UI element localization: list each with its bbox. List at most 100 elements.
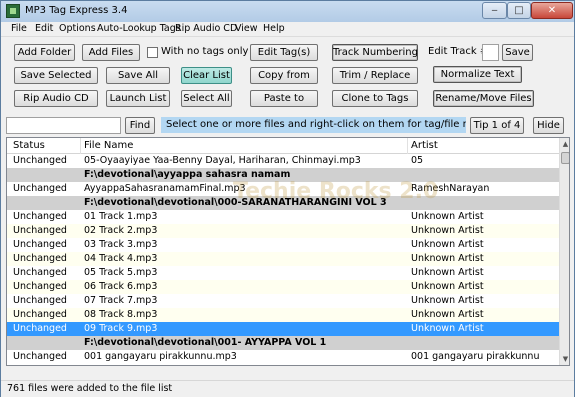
table-row[interactable]: Unchanged 05 Track 5.mp3 Unknown Artist bbox=[7, 266, 559, 280]
tip-text: Select one or more files and right-click… bbox=[161, 117, 466, 133]
folder-row[interactable]: F:\devotional\ayyappa sahasra namam bbox=[7, 168, 559, 182]
add-folder-button[interactable]: Add Folder bbox=[14, 44, 75, 61]
table-row[interactable]: Unchanged 04 Track 4.mp3 Unknown Artist bbox=[7, 252, 559, 266]
cell-status: Unchanged bbox=[13, 267, 67, 278]
menu-options[interactable]: Options bbox=[59, 23, 96, 34]
folder-row[interactable]: F:\devotional\devotional\001- AYYAPPA VO… bbox=[7, 336, 559, 350]
table-row[interactable]: Unchanged 001 gangayaru pirakkunnu.mp3 001… bbox=[7, 350, 559, 364]
app-window: MP3 Tag Express 3.4 ‒ □ ✕ File Edit Opti… bbox=[0, 0, 575, 397]
cell-artist: Unknown Artist bbox=[411, 253, 484, 264]
cell-artist: 001 gangayaru pirakkunnu bbox=[411, 351, 540, 362]
vertical-scrollbar[interactable]: ▲ ▼ bbox=[559, 138, 569, 365]
cell-status: Unchanged bbox=[13, 155, 67, 166]
cell-file-name: 09 Track 9.mp3 bbox=[84, 323, 158, 334]
save-all-button[interactable]: Save All bbox=[106, 67, 170, 84]
cell-file-name: 07 Track 7.mp3 bbox=[84, 295, 158, 306]
table-row[interactable]: Unchanged 06 Track 6.mp3 Unknown Artist bbox=[7, 280, 559, 294]
cell-file-name: 06 Track 6.mp3 bbox=[84, 281, 158, 292]
table-header: Status File Name Artist bbox=[7, 138, 559, 154]
table-row[interactable]: Unchanged 07 Track 7.mp3 Unknown Artist bbox=[7, 294, 559, 308]
header-separator[interactable] bbox=[80, 138, 81, 154]
cell-file-name: 03 Track 3.mp3 bbox=[84, 239, 158, 250]
menu-edit[interactable]: Edit bbox=[35, 23, 53, 34]
cell-file-name: 05-Oyaayiyae Yaa-Benny Dayal, Hariharan,… bbox=[84, 155, 361, 166]
save-selected-button[interactable]: Save Selected bbox=[14, 67, 98, 84]
cell-file-name: 08 Track 8.mp3 bbox=[84, 309, 158, 320]
maximize-button[interactable]: □ bbox=[507, 2, 531, 19]
cell-artist: Unknown Artist bbox=[411, 295, 484, 306]
menu-help[interactable]: Help bbox=[263, 23, 285, 34]
with-no-tags-only-label: With no tags only bbox=[161, 46, 249, 57]
cell-file-name: AyyappaSahasranamamFinal.mp3 bbox=[84, 183, 246, 194]
folder-row[interactable]: F:\devotional\devotional\000-SARANATHARA… bbox=[7, 196, 559, 210]
menu-rip-audio-cd[interactable]: Rip Audio CD bbox=[175, 23, 237, 34]
table-row[interactable]: Unchanged 08 Track 8.mp3 Unknown Artist bbox=[7, 308, 559, 322]
cell-file-name: 001 gangayaru pirakkunnu.mp3 bbox=[84, 351, 237, 362]
app-icon bbox=[6, 4, 20, 18]
search-input[interactable] bbox=[6, 117, 121, 134]
status-text: 761 files were added to the file list bbox=[7, 383, 173, 394]
cell-file-name: 02 Track 2.mp3 bbox=[84, 225, 158, 236]
cell-file-name: 04 Track 4.mp3 bbox=[84, 253, 158, 264]
file-list-table[interactable]: Status File Name Artist Unchanged 05-Oyaa… bbox=[6, 137, 570, 366]
save-track-button[interactable]: Save bbox=[502, 44, 533, 61]
folder-path: F:\devotional\devotional\000-SARANATHARA… bbox=[84, 197, 387, 208]
select-all-button[interactable]: Select All bbox=[181, 90, 232, 107]
folder-path: F:\devotional\ayyappa sahasra namam bbox=[84, 169, 291, 180]
clone-to-tags-button[interactable]: Clone to Tags bbox=[332, 90, 418, 107]
edit-track-label: Edit Track # bbox=[428, 46, 489, 57]
cell-file-name: 05 Track 5.mp3 bbox=[84, 267, 158, 278]
minimize-button[interactable]: ‒ bbox=[482, 2, 507, 19]
cell-artist: Unknown Artist bbox=[411, 267, 484, 278]
cell-artist: Unknown Artist bbox=[411, 281, 484, 292]
menu-file[interactable]: File bbox=[11, 23, 27, 34]
header-status[interactable]: Status bbox=[13, 140, 45, 151]
scroll-thumb[interactable] bbox=[561, 152, 569, 164]
cell-status: Unchanged bbox=[13, 225, 67, 236]
close-button[interactable]: ✕ bbox=[531, 2, 573, 19]
menu-view[interactable]: View bbox=[235, 23, 258, 34]
trim-replace-button[interactable]: Trim / Replace bbox=[332, 67, 418, 84]
menu-auto-lookup-tags[interactable]: Auto-Lookup Tags bbox=[97, 23, 181, 34]
status-bar: 761 files were added to the file list bbox=[1, 380, 574, 397]
cell-status: Unchanged bbox=[13, 295, 67, 306]
scroll-down-icon[interactable]: ▼ bbox=[561, 354, 569, 364]
cell-status: Unchanged bbox=[13, 183, 67, 194]
table-row[interactable]: Unchanged 02 Track 2.mp3 Unknown Artist bbox=[7, 224, 559, 238]
with-no-tags-only-checkbox[interactable] bbox=[147, 47, 158, 58]
table-row[interactable]: Unchanged AyyappaSahasranamamFinal.mp3 Ram… bbox=[7, 182, 559, 196]
add-files-button[interactable]: Add Files bbox=[82, 44, 140, 61]
track-numbering-button[interactable]: Track Numbering bbox=[332, 44, 418, 61]
cell-file-name: 01 Track 1.mp3 bbox=[84, 211, 158, 222]
copy-from-button[interactable]: Copy from bbox=[250, 67, 318, 84]
header-file-name[interactable]: File Name bbox=[84, 140, 133, 151]
table-row[interactable]: Unchanged 05-Oyaayiyae Yaa-Benny Dayal, H… bbox=[7, 154, 559, 168]
cell-status: Unchanged bbox=[13, 309, 67, 320]
folder-path: F:\devotional\devotional\001- AYYAPPA VO… bbox=[84, 337, 327, 348]
scroll-up-icon[interactable]: ▲ bbox=[561, 139, 569, 149]
cell-artist: RameshNarayan bbox=[411, 183, 490, 194]
cell-artist: Unknown Artist bbox=[411, 323, 484, 334]
edit-track-input[interactable] bbox=[482, 44, 499, 61]
table-row[interactable]: Unchanged 03 Track 3.mp3 Unknown Artist bbox=[7, 238, 559, 252]
find-button[interactable]: Find bbox=[125, 117, 155, 134]
clear-list-button[interactable]: Clear List bbox=[181, 67, 232, 84]
rip-audio-cd-button[interactable]: Rip Audio CD bbox=[14, 90, 98, 107]
header-artist[interactable]: Artist bbox=[411, 140, 438, 151]
normalize-text-button[interactable]: Normalize Text bbox=[433, 66, 522, 83]
launch-list-button[interactable]: Launch List bbox=[106, 90, 170, 107]
table-body: Unchanged 05-Oyaayiyae Yaa-Benny Dayal, H… bbox=[7, 154, 559, 364]
table-row[interactable]: Unchanged 01 Track 1.mp3 Unknown Artist bbox=[7, 210, 559, 224]
menu-bar: File Edit Options Auto-Lookup Tags Rip A… bbox=[1, 22, 574, 37]
hide-tip-button[interactable]: Hide bbox=[533, 117, 564, 134]
cell-artist: Unknown Artist bbox=[411, 225, 484, 236]
cell-artist: Unknown Artist bbox=[411, 239, 484, 250]
rename-move-files-button[interactable]: Rename/Move Files bbox=[433, 90, 534, 107]
table-row[interactable]: Unchanged 09 Track 9.mp3 Unknown Artist bbox=[7, 322, 559, 336]
header-separator[interactable] bbox=[407, 138, 408, 154]
paste-to-button[interactable]: Paste to bbox=[250, 90, 318, 107]
edit-tags-button[interactable]: Edit Tag(s) bbox=[250, 44, 318, 61]
cell-status: Unchanged bbox=[13, 239, 67, 250]
tip-counter-button[interactable]: Tip 1 of 4 bbox=[470, 117, 524, 134]
cell-status: Unchanged bbox=[13, 281, 67, 292]
